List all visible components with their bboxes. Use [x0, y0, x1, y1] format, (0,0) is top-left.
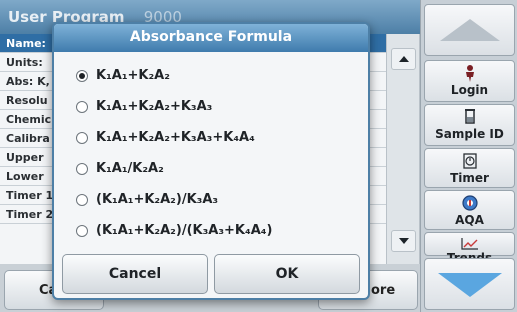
formula-option[interactable]: (K₁A₁+K₂A₂)/(K₃A₃+K₄A₄) — [54, 215, 368, 246]
trends-chart-icon — [425, 235, 514, 250]
scroll-down-button[interactable] — [391, 230, 416, 252]
radio-icon[interactable] — [76, 100, 88, 113]
timer-button[interactable]: Timer — [424, 148, 515, 188]
login-button[interactable]: Login — [424, 60, 515, 102]
formula-option[interactable]: K₁A₁+K₂A₂+K₃A₃+K₄A₄ — [54, 122, 368, 153]
arrow-up-icon — [439, 19, 500, 41]
formula-option-label: K₁A₁/K₂A₂ — [96, 161, 164, 176]
formula-option-label: (K₁A₁+K₂A₂)/(K₃A₃+K₄A₄) — [96, 223, 273, 238]
person-icon — [425, 64, 514, 82]
list-scrollbar — [387, 34, 420, 264]
formula-option[interactable]: K₁A₁+K₂A₂ — [54, 60, 368, 91]
formula-option-label: K₁A₁+K₂A₂ — [96, 68, 170, 83]
radio-selected-icon[interactable] — [76, 69, 88, 82]
scroll-up-button[interactable] — [391, 48, 416, 70]
formula-option-label: K₁A₁+K₂A₂+K₃A₃+K₄A₄ — [96, 130, 255, 145]
arrow-down-icon — [398, 238, 409, 244]
absorbance-formula-dialog: Absorbance Formula K₁A₁+K₂A₂ K₁A₁+K₂A₂+K… — [52, 22, 370, 300]
trends-button[interactable]: Trends — [424, 232, 515, 265]
aqa-label: AQA — [455, 213, 484, 227]
radio-icon[interactable] — [76, 224, 88, 237]
side-panel: Login Sample ID Timer AQA Trends — [420, 0, 517, 312]
formula-option[interactable]: K₁A₁+K₂A₂+K₃A₃ — [54, 91, 368, 122]
radio-icon[interactable] — [76, 193, 88, 206]
timer-label: Timer — [450, 171, 489, 185]
dialog-title: Absorbance Formula — [54, 24, 368, 52]
cancel-button[interactable]: Cancel — [62, 254, 208, 294]
radio-icon[interactable] — [76, 162, 88, 175]
sample-id-button[interactable]: Sample ID — [424, 104, 515, 146]
page-down-button[interactable] — [424, 258, 515, 310]
formula-option-label: K₁A₁+K₂A₂+K₃A₃ — [96, 99, 213, 114]
formula-option[interactable]: K₁A₁/K₂A₂ — [54, 153, 368, 184]
radio-icon[interactable] — [76, 131, 88, 144]
sample-id-label: Sample ID — [435, 127, 504, 141]
page-up-button[interactable] — [424, 4, 515, 56]
ok-button[interactable]: OK — [214, 254, 360, 294]
sample-vial-icon — [425, 108, 514, 126]
login-label: Login — [450, 83, 489, 97]
timer-icon — [425, 152, 514, 170]
formula-option[interactable]: (K₁A₁+K₂A₂)/K₃A₃ — [54, 184, 368, 215]
dialog-button-row: Cancel OK — [62, 254, 360, 294]
aqa-button[interactable]: AQA — [424, 190, 515, 230]
arrow-up-icon — [398, 56, 409, 62]
formula-option-label: (K₁A₁+K₂A₂)/K₃A₃ — [96, 192, 219, 207]
arrow-down-icon — [437, 273, 502, 297]
formula-options: K₁A₁+K₂A₂ K₁A₁+K₂A₂+K₃A₃ K₁A₁+K₂A₂+K₃A₃+… — [54, 52, 368, 246]
aqa-icon — [425, 194, 514, 212]
